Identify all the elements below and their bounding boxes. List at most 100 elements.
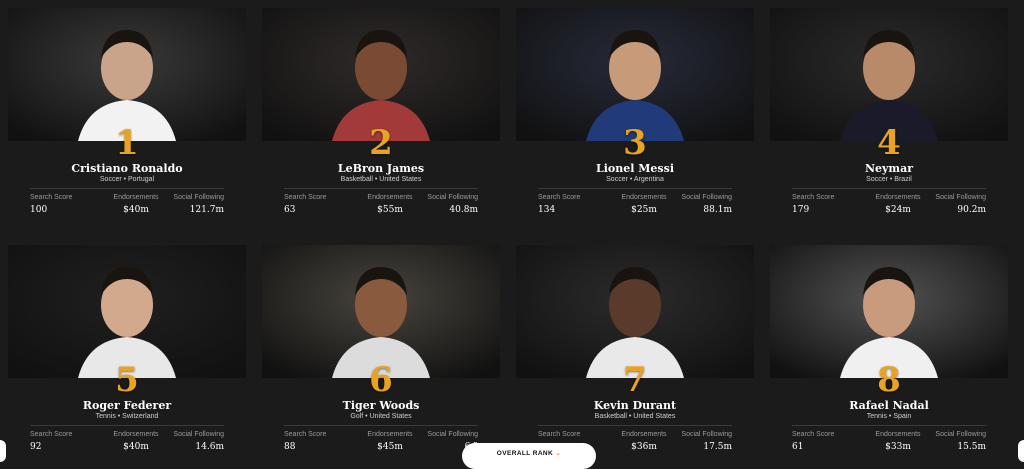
athlete-sport-country: Soccer • Argentina bbox=[606, 176, 664, 183]
social-following-value: 88.1m bbox=[703, 205, 732, 215]
endorsements-value: $40m bbox=[123, 442, 149, 452]
search-score-value: 100 bbox=[30, 205, 48, 215]
social-following-value: 90.2m bbox=[957, 205, 986, 215]
endorsements: Endorsements $36m bbox=[614, 431, 674, 452]
search-score-label: Search Score bbox=[284, 431, 327, 438]
athlete-photo bbox=[770, 8, 1008, 141]
divider bbox=[538, 188, 732, 189]
divider bbox=[30, 425, 224, 426]
athlete-card[interactable]: 8 Rafael Nadal Tennis • Spain Search Sco… bbox=[770, 245, 1008, 455]
search-score: Search Score 179 bbox=[792, 194, 862, 215]
athlete-card[interactable]: 1 Cristiano Ronaldo Soccer • Portugal Se… bbox=[8, 8, 246, 218]
athlete-sport-country: Basketball • United States bbox=[594, 413, 676, 420]
sort-dropdown-button[interactable]: OVERALL RANK ⌄ bbox=[462, 443, 596, 469]
search-score-label: Search Score bbox=[792, 431, 835, 438]
endorsements: Endorsements $40m bbox=[106, 194, 166, 215]
athlete-name: LeBron James bbox=[337, 162, 425, 175]
search-score-label: Search Score bbox=[30, 194, 73, 201]
rank-number: 7 bbox=[623, 360, 647, 400]
social-following-label: Social Following bbox=[935, 194, 986, 201]
social-following-value: 14.6m bbox=[195, 442, 224, 452]
social-following-label: Social Following bbox=[935, 431, 986, 438]
athlete-name: Rafael Nadal bbox=[849, 399, 929, 412]
search-score-value: 63 bbox=[284, 205, 296, 215]
search-score-label: Search Score bbox=[538, 194, 581, 201]
search-score: Search Score 61 bbox=[792, 431, 862, 452]
endorsements-label: Endorsements bbox=[875, 431, 921, 438]
endorsements-value: $45m bbox=[377, 442, 403, 452]
search-score-label: Search Score bbox=[538, 431, 581, 438]
athlete-photo bbox=[262, 8, 500, 141]
athlete-sport-country: Tennis • Spain bbox=[866, 413, 912, 420]
athlete-name: Cristiano Ronaldo bbox=[71, 162, 183, 175]
athlete-photo bbox=[516, 8, 754, 141]
search-score-label: Search Score bbox=[30, 431, 73, 438]
endorsements: Endorsements $25m bbox=[614, 194, 674, 215]
social-following-value: 121.7m bbox=[189, 205, 224, 215]
athlete-card[interactable]: 4 Neymar Soccer • Brazil Search Score 17… bbox=[770, 8, 1008, 218]
athlete-photo bbox=[770, 245, 1008, 378]
social-following: Social Following 17.5m bbox=[674, 431, 732, 452]
endorsements-value: $40m bbox=[123, 205, 149, 215]
endorsements: Endorsements $24m bbox=[868, 194, 928, 215]
search-score-value: 61 bbox=[792, 442, 804, 452]
athlete-photo bbox=[8, 8, 246, 141]
social-following: Social Following 121.7m bbox=[166, 194, 224, 215]
search-score-value: 92 bbox=[30, 442, 42, 452]
endorsements-value: $24m bbox=[885, 205, 911, 215]
divider bbox=[792, 425, 986, 426]
athlete-sport-country: Tennis • Switzerland bbox=[95, 413, 159, 420]
rank-number: 8 bbox=[877, 360, 901, 400]
social-following-value: 15.5m bbox=[957, 442, 986, 452]
endorsements-label: Endorsements bbox=[875, 194, 921, 201]
social-following-label: Social Following bbox=[427, 431, 478, 438]
search-score: Search Score 92 bbox=[30, 431, 100, 452]
endorsements-value: $25m bbox=[631, 205, 657, 215]
rank-number: 3 bbox=[623, 123, 647, 163]
athlete-photo bbox=[516, 245, 754, 378]
endorsements-label: Endorsements bbox=[113, 194, 159, 201]
social-following: Social Following 15.5m bbox=[928, 431, 986, 452]
athlete-name: Tiger Woods bbox=[342, 399, 420, 412]
social-following-label: Social Following bbox=[681, 431, 732, 438]
athlete-card[interactable]: 2 LeBron James Basketball • United State… bbox=[262, 8, 500, 218]
athlete-photo bbox=[262, 245, 500, 378]
search-score: Search Score 88 bbox=[284, 431, 354, 452]
search-score-label: Search Score bbox=[284, 194, 327, 201]
social-following: Social Following 88.1m bbox=[674, 194, 732, 215]
search-score: Search Score 63 bbox=[284, 194, 354, 215]
scroll-left-button[interactable] bbox=[0, 440, 6, 462]
endorsements-value: $36m bbox=[631, 442, 657, 452]
social-following-label: Social Following bbox=[681, 194, 732, 201]
search-score: Search Score 134 bbox=[538, 194, 608, 215]
athlete-sport-country: Basketball • United States bbox=[340, 176, 422, 183]
endorsements: Endorsements $45m bbox=[360, 431, 420, 452]
rank-number: 2 bbox=[369, 123, 393, 163]
scroll-right-button[interactable] bbox=[1018, 440, 1024, 462]
endorsements-label: Endorsements bbox=[621, 194, 667, 201]
rank-number: 4 bbox=[877, 123, 901, 163]
endorsements-label: Endorsements bbox=[113, 431, 159, 438]
athlete-name: Lionel Messi bbox=[596, 162, 674, 175]
divider bbox=[30, 188, 224, 189]
athlete-sport-country: Golf • United States bbox=[350, 413, 412, 420]
search-score-value: 179 bbox=[792, 205, 810, 215]
search-score-label: Search Score bbox=[792, 194, 835, 201]
athlete-card[interactable]: 3 Lionel Messi Soccer • Argentina Search… bbox=[516, 8, 754, 218]
athlete-card[interactable]: 5 Roger Federer Tennis • Switzerland Sea… bbox=[8, 245, 246, 455]
rank-number: 6 bbox=[369, 360, 393, 400]
athlete-name: Neymar bbox=[864, 162, 913, 175]
athlete-card[interactable]: 7 Kevin Durant Basketball • United State… bbox=[516, 245, 754, 455]
search-score-value: 88 bbox=[284, 442, 296, 452]
athlete-sport-country: Soccer • Brazil bbox=[866, 176, 912, 183]
athlete-card[interactable]: 6 Tiger Woods Golf • United States Searc… bbox=[262, 245, 500, 455]
endorsements-label: Endorsements bbox=[621, 431, 667, 438]
social-following: Social Following 90.2m bbox=[928, 194, 986, 215]
divider bbox=[792, 188, 986, 189]
divider bbox=[538, 425, 732, 426]
rank-number: 5 bbox=[115, 360, 139, 400]
search-score: Search Score 100 bbox=[30, 194, 100, 215]
divider bbox=[284, 188, 478, 189]
search-score-value: 134 bbox=[538, 205, 556, 215]
athlete-sport-country: Soccer • Portugal bbox=[99, 176, 155, 183]
